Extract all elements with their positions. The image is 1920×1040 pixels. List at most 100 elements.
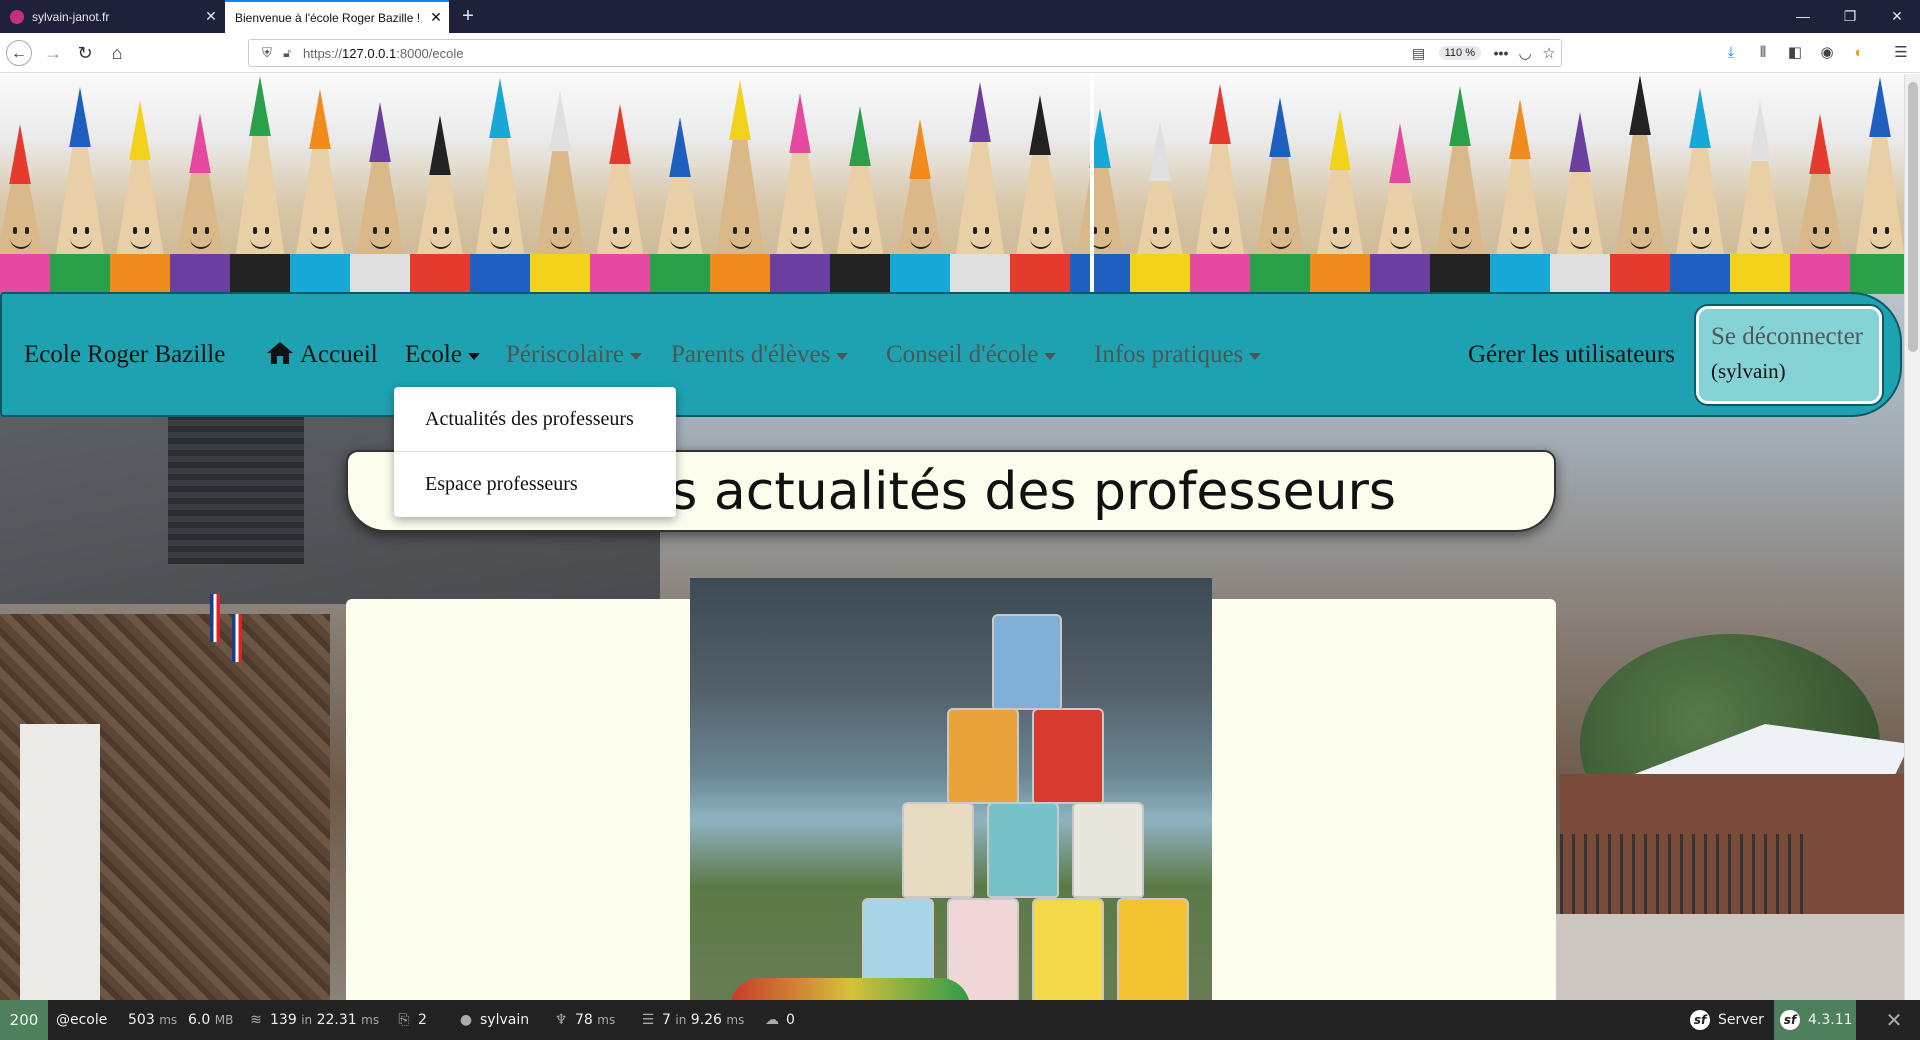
pencil-tip [1749, 101, 1771, 161]
address-bar[interactable]: ⛨ 🔓︎ https://127.0.0.1:8000/ecole ▤ 110 … [248, 39, 1562, 67]
reader-view-icon[interactable]: ▤ [1407, 45, 1431, 62]
library-icon[interactable]: ⫴ [1750, 41, 1776, 65]
request-time-value: 503 [128, 1012, 155, 1028]
pencil-tip [369, 102, 391, 162]
server-panel[interactable]: sf Server [1690, 1000, 1764, 1040]
translation-icon: ⎘ [398, 1012, 410, 1028]
pencil-body [1010, 254, 1070, 294]
pencil-tip [849, 106, 871, 166]
pencil-body [1790, 254, 1850, 294]
symfony-version-badge[interactable]: sf 4.3.11 [1774, 1000, 1856, 1040]
french-flag [232, 614, 242, 662]
pencil-body [950, 254, 1010, 294]
caret-down-icon [467, 352, 480, 360]
tab-close-icon[interactable]: ✕ [198, 8, 224, 25]
pencil-tip [609, 104, 631, 164]
translation-panel[interactable]: ⎘ 2 [396, 1000, 427, 1040]
bookmark-star-icon[interactable]: ☆ [1537, 44, 1561, 62]
scrollbar-thumb[interactable] [1908, 82, 1918, 352]
toolbar-close-icon[interactable]: ✕ [1868, 1000, 1920, 1040]
page-actions-icon[interactable]: ••• [1489, 45, 1513, 61]
extension-icon[interactable]: ◐ [1846, 41, 1872, 65]
pencil-image [650, 117, 710, 294]
cache-calls: 139 [270, 1012, 297, 1028]
cache-panel[interactable]: ≋ 139 in 22.31 ms [248, 1000, 379, 1040]
ajax-panel[interactable]: ☁ 0 [764, 1000, 795, 1040]
pencil-body [1370, 254, 1430, 294]
nav-infos-label: Infos pratiques [1094, 341, 1244, 368]
memory-value: 6.0 [188, 1012, 211, 1028]
db-time: 9.26 [690, 1012, 722, 1028]
pencil-body [1190, 254, 1250, 294]
pencil-image [1130, 121, 1190, 294]
fence [1560, 834, 1810, 914]
logout-button[interactable]: Se déconnecter (sylvain) [1696, 306, 1882, 404]
beanbag [730, 978, 970, 1000]
pencil-image [1670, 88, 1730, 294]
pencil-body [290, 254, 350, 294]
menu-hamburger-icon[interactable]: ☰ [1888, 41, 1914, 65]
minimize-window-button[interactable]: — [1780, 0, 1826, 33]
caret-down-icon [1044, 352, 1057, 360]
cache-time: 22.31 [316, 1012, 357, 1028]
memory-usage[interactable]: 6.0 MB [188, 1000, 233, 1040]
account-icon[interactable]: ◉ [1814, 41, 1840, 65]
dropdown-item-espace-professeurs[interactable]: Espace professeurs [394, 452, 676, 516]
tin-can [1032, 708, 1104, 804]
pencil-body [1550, 254, 1610, 294]
pocket-icon[interactable]: ◡ [1513, 44, 1537, 62]
back-arrow-icon[interactable]: ← [6, 40, 32, 66]
manage-users-link[interactable]: Gérer les utilisateurs [1468, 294, 1675, 415]
reload-icon[interactable]: ↻ [72, 40, 98, 66]
site-brand[interactable]: Ecole Roger Bazille [24, 294, 225, 415]
caret-down-icon [1249, 352, 1262, 360]
pencil-body [50, 254, 110, 294]
pencil-body [1490, 254, 1550, 294]
pencil-tip [1629, 75, 1651, 135]
page-scrollbar[interactable] [1904, 74, 1920, 1000]
cache-layers-icon: ≋ [250, 1012, 262, 1028]
twig-panel[interactable]: ♆ 78 ms [553, 1000, 616, 1040]
security-panel[interactable]: ● sylvain [458, 1000, 529, 1040]
tab-label: Bienvenue à l'école Roger Bazille ! [235, 10, 421, 25]
nav-infos-dropdown[interactable]: Infos pratiques [1094, 294, 1262, 415]
logout-label: Se déconnecter [1711, 323, 1864, 350]
restore-window-button[interactable]: ❐ [1827, 0, 1873, 33]
nav-parents-dropdown[interactable]: Parents d'élèves [671, 294, 849, 415]
tin-can [1032, 898, 1104, 1000]
zoom-level-badge[interactable]: 110 % [1438, 46, 1481, 60]
route-name[interactable]: @ecole [56, 1000, 107, 1040]
home-button-icon[interactable]: ⌂ [104, 40, 130, 66]
security-username: sylvain [480, 1012, 530, 1028]
database-panel[interactable]: ☰ 7 in 9.26 ms [640, 1000, 745, 1040]
forward-arrow-icon[interactable]: → [40, 40, 66, 66]
white-door [20, 724, 100, 1000]
pencil-image [410, 115, 470, 294]
tab-close-icon[interactable]: ✕ [423, 9, 449, 26]
twig-unit: ms [597, 1013, 616, 1027]
db-unit: ms [726, 1013, 745, 1027]
url-scheme: https:// [303, 45, 343, 61]
twig-icon: ♆ [554, 1012, 568, 1028]
sidebar-icon[interactable]: ◧ [1782, 41, 1808, 65]
nav-parents-label: Parents d'élèves [671, 341, 831, 368]
insecure-lock-icon[interactable]: 🔓︎ [277, 46, 297, 61]
pencil-body [710, 254, 770, 294]
pencil-image [1430, 86, 1490, 294]
nav-conseil-dropdown[interactable]: Conseil d'école [886, 294, 1057, 415]
browser-tab-bar: sylvain-janot.fr ✕ Bienvenue à l'école R… [0, 0, 1920, 33]
nav-home-link[interactable]: Accueil [266, 294, 378, 415]
browser-tab-ecole[interactable]: Bienvenue à l'école Roger Bazille ! ✕ [225, 0, 449, 33]
pencil-tip [69, 87, 91, 147]
new-tab-button[interactable]: + [455, 4, 481, 30]
dropdown-item-actualites-professeurs[interactable]: Actualités des professeurs [394, 387, 676, 451]
http-status-badge[interactable]: 200 [0, 1000, 48, 1040]
browser-tab-sylvain-janot[interactable]: sylvain-janot.fr ✕ [0, 0, 224, 33]
tracking-shield-icon[interactable]: ⛨ [257, 45, 277, 61]
request-time[interactable]: 503 ms [128, 1000, 177, 1040]
close-window-button[interactable]: ✕ [1874, 0, 1920, 33]
pencil-image [950, 82, 1010, 294]
pencil-body [350, 254, 410, 294]
downloads-icon[interactable]: ⤓ [1718, 41, 1744, 65]
url-text[interactable]: https://127.0.0.1:8000/ecole [303, 46, 1407, 61]
